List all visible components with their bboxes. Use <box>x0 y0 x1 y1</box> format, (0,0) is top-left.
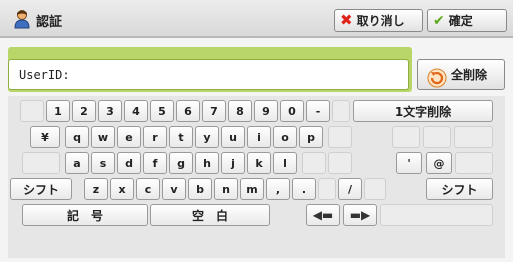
auth-screen: 認証 ✖ 取り消し ✔ 確定 UserID: 全削除 1 2 3 4 5 6 7… <box>0 0 513 262</box>
key-2[interactable]: 2 <box>72 100 96 122</box>
key-j[interactable]: j <box>221 152 245 174</box>
key-4[interactable]: 4 <box>124 100 148 122</box>
cursor-right-key[interactable]: ▬▶ <box>343 204 377 226</box>
key-n[interactable]: n <box>214 178 238 200</box>
confirm-button[interactable]: ✔ 確定 <box>427 9 507 32</box>
key-p[interactable]: p <box>299 126 323 148</box>
key-l[interactable]: l <box>273 152 297 174</box>
key-blank <box>454 126 493 148</box>
key-blank <box>328 126 352 148</box>
key-q[interactable]: q <box>65 126 89 148</box>
cancel-button[interactable]: ✖ 取り消し <box>334 9 423 32</box>
key-3[interactable]: 3 <box>98 100 122 122</box>
user-id-input[interactable]: UserID: <box>8 59 409 90</box>
confirm-label: 確定 <box>448 14 473 28</box>
title-bar: 認証 ✖ 取り消し ✔ 確定 <box>0 0 513 38</box>
clear-all-button[interactable]: 全削除 <box>417 59 505 90</box>
key-e[interactable]: e <box>117 126 141 148</box>
key-8[interactable]: 8 <box>228 100 252 122</box>
key-blank <box>380 204 493 226</box>
user-icon <box>14 10 30 29</box>
cross-icon: ✖ <box>340 11 353 29</box>
key-period[interactable]: . <box>292 178 316 200</box>
key-y[interactable]: y <box>195 126 219 148</box>
key-blank <box>364 178 386 200</box>
key-yen[interactable]: ¥ <box>30 126 60 148</box>
page-title: 認証 <box>36 15 63 30</box>
key-a[interactable]: a <box>65 152 89 174</box>
key-i[interactable]: i <box>247 126 271 148</box>
cancel-label: 取り消し <box>356 14 405 28</box>
key-blank <box>22 152 60 174</box>
key-z[interactable]: z <box>84 178 108 200</box>
shift-key-left[interactable]: シフト <box>10 178 72 200</box>
key-slash[interactable]: / <box>338 178 362 200</box>
space-key[interactable]: 空 白 <box>150 204 270 226</box>
key-minus[interactable]: - <box>306 100 330 122</box>
key-apostrophe[interactable]: ' <box>396 152 422 174</box>
clear-all-label: 全削除 <box>451 68 488 82</box>
software-keyboard: 1 2 3 4 5 6 7 8 9 0 - 1文字削除 ¥ q w e r t … <box>8 96 505 258</box>
key-d[interactable]: d <box>117 152 141 174</box>
symbols-key[interactable]: 記 号 <box>22 204 148 226</box>
key-5[interactable]: 5 <box>150 100 174 122</box>
key-o[interactable]: o <box>273 126 297 148</box>
cursor-left-key[interactable]: ◀▬ <box>306 204 340 226</box>
checkmark-icon: ✔ <box>433 12 445 29</box>
key-0[interactable]: 0 <box>280 100 304 122</box>
key-blank <box>302 152 326 174</box>
key-r[interactable]: r <box>143 126 167 148</box>
key-f[interactable]: f <box>143 152 167 174</box>
key-m[interactable]: m <box>240 178 264 200</box>
key-7[interactable]: 7 <box>202 100 226 122</box>
clear-icon <box>427 68 447 88</box>
key-c[interactable]: c <box>136 178 160 200</box>
key-blank <box>328 152 352 174</box>
key-blank <box>20 100 44 122</box>
key-comma[interactable]: , <box>266 178 290 200</box>
key-u[interactable]: u <box>221 126 245 148</box>
key-x[interactable]: x <box>110 178 134 200</box>
shift-key-right[interactable]: シフト <box>426 178 493 200</box>
key-blank <box>318 178 336 200</box>
delete-one-char-key[interactable]: 1文字削除 <box>353 100 493 122</box>
key-g[interactable]: g <box>169 152 193 174</box>
key-s[interactable]: s <box>91 152 115 174</box>
key-t[interactable]: t <box>169 126 193 148</box>
key-9[interactable]: 9 <box>254 100 278 122</box>
key-k[interactable]: k <box>247 152 271 174</box>
key-1[interactable]: 1 <box>46 100 70 122</box>
key-blank <box>423 126 451 148</box>
key-at[interactable]: @ <box>426 152 452 174</box>
key-b[interactable]: b <box>188 178 212 200</box>
key-h[interactable]: h <box>195 152 219 174</box>
key-blank <box>455 152 493 174</box>
key-v[interactable]: v <box>162 178 186 200</box>
key-blank <box>392 126 420 148</box>
key-6[interactable]: 6 <box>176 100 200 122</box>
key-blank <box>332 100 350 122</box>
key-w[interactable]: w <box>91 126 115 148</box>
